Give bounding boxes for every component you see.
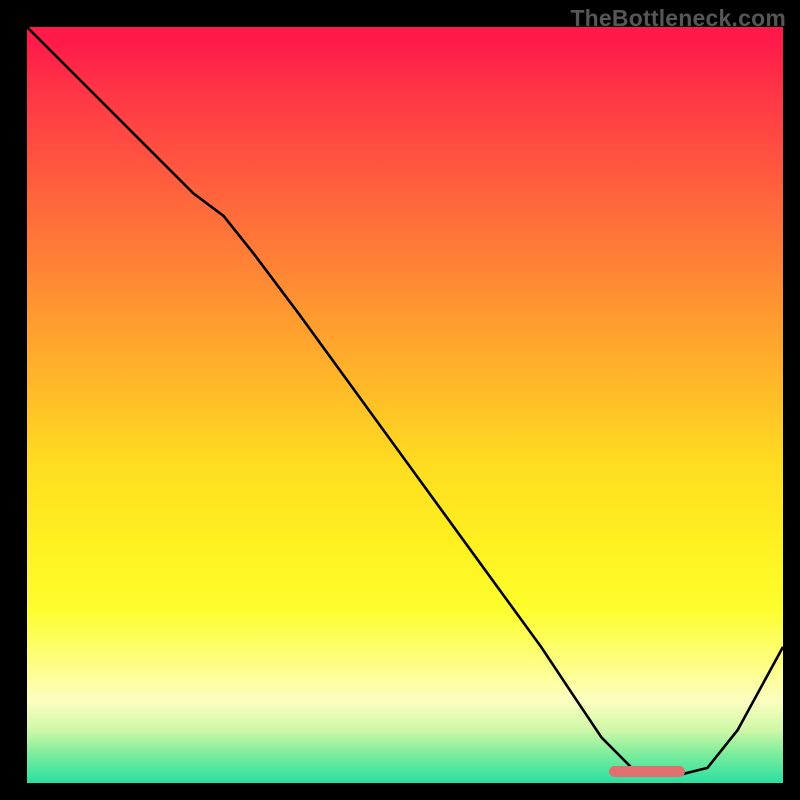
optimal-range-marker (609, 766, 685, 777)
bottleneck-curve (27, 27, 783, 783)
plot-area (27, 27, 783, 783)
watermark: TheBottleneck.com (570, 5, 786, 32)
chart-container: TheBottleneck.com (0, 0, 800, 800)
